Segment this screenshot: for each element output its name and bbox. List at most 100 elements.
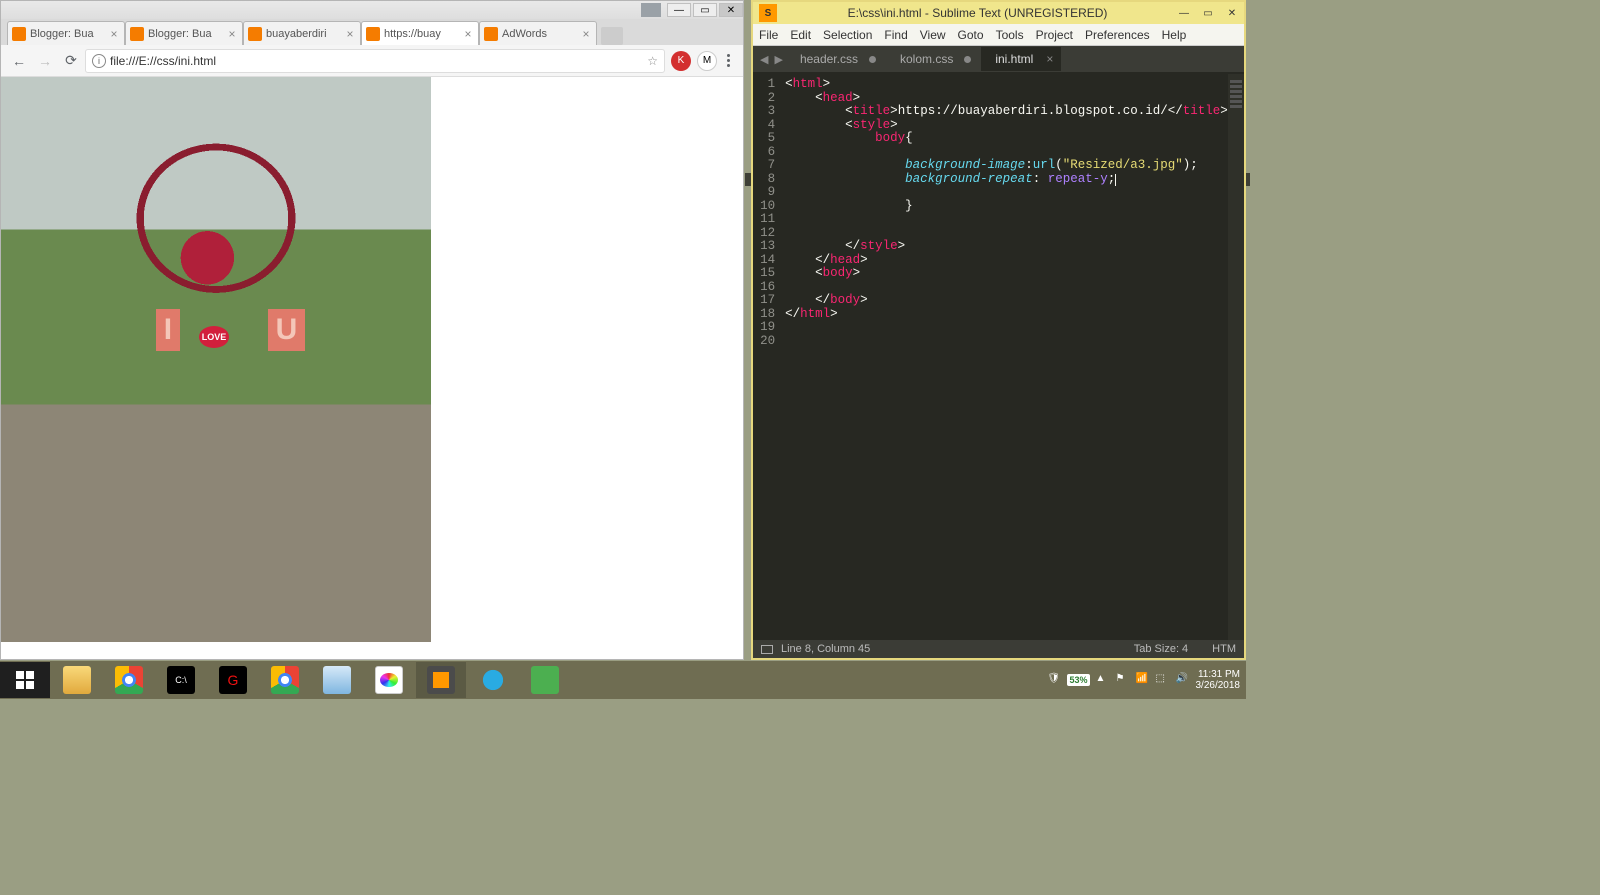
tab-adwords[interactable]: AdWords × — [479, 21, 597, 45]
tab-history-back-icon[interactable]: ◀ — [757, 53, 771, 66]
tab-history-fwd-icon[interactable]: ▶ — [771, 53, 785, 66]
tab-close-icon[interactable]: × — [462, 27, 474, 41]
paint-icon — [375, 666, 403, 694]
tab-ini-html[interactable]: https://buay × — [361, 21, 479, 45]
page-viewport: I LOVE U — [1, 77, 743, 659]
menu-goto[interactable]: Goto — [958, 28, 984, 42]
chrome-menu-button[interactable] — [719, 54, 737, 67]
tab-close-icon[interactable]: × — [226, 27, 238, 41]
tray-shield-icon[interactable]: 🛡 — [1047, 673, 1061, 687]
taskbar-paint[interactable] — [364, 662, 414, 698]
menu-find[interactable]: Find — [884, 28, 907, 42]
tab-close-icon[interactable]: × — [1046, 52, 1053, 66]
tray-clock[interactable]: 11:31 PM 3/26/2018 — [1196, 669, 1241, 691]
new-tab-button[interactable] — [601, 27, 623, 45]
sublime-titlebar[interactable]: S E:\css\ini.html - Sublime Text (UNREGI… — [753, 2, 1244, 24]
status-cursor-position: Line 8, Column 45 — [781, 643, 870, 655]
sublime-icon — [427, 666, 455, 694]
taskbar-chrome-2[interactable] — [260, 662, 310, 698]
extension-gmail-icon[interactable]: M — [697, 51, 717, 71]
windows-taskbar: C:\ G 🛡 53% ▲ ⚑ 📶 ⬚ 🔊 11:31 PM 3/26/2018 — [0, 661, 1246, 699]
status-tab-size[interactable]: Tab Size: 4 — [1134, 643, 1188, 655]
tray-network-icon[interactable]: 📶 — [1136, 673, 1150, 687]
window-close-button[interactable]: ✕ — [1220, 5, 1244, 21]
menu-project[interactable]: Project — [1036, 28, 1073, 42]
taskbar-cmd[interactable]: C:\ — [156, 662, 206, 698]
tab-close-icon[interactable]: × — [108, 27, 120, 41]
forward-button[interactable]: → — [33, 49, 57, 73]
menu-view[interactable]: View — [920, 28, 946, 42]
tab-label: https://buay — [384, 28, 462, 40]
window-maximize-button[interactable]: ▭ — [1196, 5, 1220, 21]
taskbar-gaming-app[interactable]: G — [208, 662, 258, 698]
dirty-indicator-icon — [869, 56, 876, 63]
taskbar-chrome-1[interactable] — [104, 662, 154, 698]
tray-flag-icon[interactable]: ⚑ — [1116, 673, 1130, 687]
background-photo: I LOVE U — [1, 77, 431, 642]
taskbar-sublime[interactable] — [416, 662, 466, 698]
cmd-icon: C:\ — [167, 666, 195, 694]
page-favicon — [248, 27, 262, 41]
tab-blogger-1[interactable]: Blogger: Bua × — [7, 21, 125, 45]
editor-area[interactable]: 1234567891011121314151617181920 <html> <… — [753, 74, 1244, 640]
tray-up-icon[interactable]: ▲ — [1096, 673, 1110, 687]
tab-close-icon[interactable]: × — [580, 27, 592, 41]
back-button[interactable]: ← — [7, 49, 31, 73]
chrome-titlebar[interactable]: — ▭ ✕ — [1, 1, 743, 19]
menu-edit[interactable]: Edit — [790, 28, 811, 42]
taskbar-file-explorer[interactable] — [52, 662, 102, 698]
photo-letter-i: I — [156, 309, 180, 351]
chrome-toolbar: ← → ⟳ i file:///E://css/ini.html ☆ K M — [1, 45, 743, 77]
extension-k-icon[interactable]: K — [671, 51, 691, 71]
system-tray: 🛡 53% ▲ ⚑ 📶 ⬚ 🔊 11:31 PM 3/26/2018 — [1047, 669, 1246, 691]
taskbar-ie[interactable] — [468, 662, 518, 698]
gaming-icon: G — [219, 666, 247, 694]
sublime-window: S E:\css\ini.html - Sublime Text (UNREGI… — [751, 0, 1246, 660]
tab-buayaberdiri[interactable]: buayaberdiri × — [243, 21, 361, 45]
window-close-button[interactable]: ✕ — [719, 3, 743, 17]
window-maximize-button[interactable]: ▭ — [693, 3, 717, 17]
start-button[interactable] — [0, 662, 50, 698]
bookmark-star-icon[interactable]: ☆ — [647, 54, 658, 68]
folder-icon — [63, 666, 91, 694]
taskbar-green-app[interactable] — [520, 662, 570, 698]
address-bar[interactable]: i file:///E://css/ini.html ☆ — [85, 49, 665, 73]
tab-close-icon[interactable]: × — [344, 27, 356, 41]
window-minimize-button[interactable]: — — [1172, 5, 1196, 21]
url-text: file:///E://css/ini.html — [110, 54, 216, 68]
status-bar: Line 8, Column 45 Tab Size: 4 HTM — [753, 640, 1244, 658]
tab-label: kolom.css — [900, 52, 953, 66]
tray-date-text: 3/26/2018 — [1196, 680, 1241, 691]
chrome-icon — [115, 666, 143, 694]
photo-letter-u: U — [268, 309, 306, 351]
tab-kolom-css[interactable]: kolom.css — [886, 47, 981, 71]
line-number-gutter: 1234567891011121314151617181920 — [753, 74, 785, 640]
chrome-tabstrip: Blogger: Bua × Blogger: Bua × buayaberdi… — [1, 19, 743, 45]
menu-help[interactable]: Help — [1162, 28, 1187, 42]
tab-header-css[interactable]: header.css — [786, 47, 886, 71]
tray-device-icon[interactable]: ⬚ — [1156, 673, 1170, 687]
tray-volume-icon[interactable]: 🔊 — [1176, 673, 1190, 687]
green-app-icon — [531, 666, 559, 694]
menu-selection[interactable]: Selection — [823, 28, 872, 42]
chrome-user-icon[interactable] — [641, 3, 661, 17]
menu-preferences[interactable]: Preferences — [1085, 28, 1150, 42]
ie-icon — [479, 666, 507, 694]
minimap[interactable] — [1228, 74, 1244, 640]
menu-file[interactable]: File — [759, 28, 778, 42]
site-info-icon[interactable]: i — [92, 54, 106, 68]
sublime-tab-bar: ◀ ▶ header.css kolom.css ini.html × — [753, 46, 1244, 72]
battery-indicator[interactable]: 53% — [1067, 674, 1089, 686]
code-text[interactable]: <html> <head> <title>https://buayaberdir… — [785, 74, 1228, 640]
notepad-icon — [323, 666, 351, 694]
taskbar-notepad[interactable] — [312, 662, 362, 698]
tab-blogger-2[interactable]: Blogger: Bua × — [125, 21, 243, 45]
tab-label: Blogger: Bua — [30, 28, 108, 40]
tab-label: AdWords — [502, 28, 580, 40]
window-minimize-button[interactable]: — — [667, 3, 691, 17]
reload-button[interactable]: ⟳ — [59, 49, 83, 73]
status-panel-icon[interactable] — [761, 645, 773, 654]
menu-tools[interactable]: Tools — [996, 28, 1024, 42]
tab-ini-html[interactable]: ini.html × — [981, 47, 1061, 71]
status-language[interactable]: HTM — [1212, 643, 1236, 655]
